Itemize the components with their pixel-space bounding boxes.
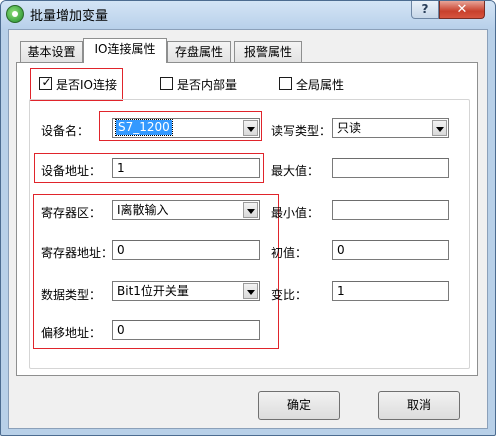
- close-icon: ✕: [456, 2, 468, 17]
- max-value-label: 最大值：: [271, 164, 320, 178]
- tab-storage[interactable]: 存盘属性: [167, 41, 231, 62]
- io-connect-checkbox[interactable]: ✓: [39, 75, 52, 90]
- min-value-input[interactable]: [332, 200, 449, 220]
- global-attr-checkbox[interactable]: [279, 77, 292, 90]
- device-name-value: S7_1200: [115, 119, 173, 136]
- internal-var-checkbox[interactable]: [160, 77, 173, 90]
- rw-type-combo[interactable]: 只读: [332, 118, 449, 138]
- internal-var-label: 是否内部量: [177, 78, 238, 92]
- offset-address-label: 偏移地址：: [41, 326, 102, 340]
- min-value-label: 最小值：: [271, 206, 320, 220]
- offset-address-input[interactable]: 0: [112, 320, 260, 340]
- device-address-label: 设备地址：: [41, 164, 102, 178]
- tab-basic-settings[interactable]: 基本设置: [20, 41, 83, 62]
- rw-type-value: 只读: [337, 121, 362, 135]
- register-address-label: 寄存器地址：: [41, 246, 114, 260]
- device-address-input[interactable]: 1: [112, 158, 260, 178]
- initial-value-label: 初值：: [271, 246, 308, 260]
- cancel-button[interactable]: 取消: [378, 391, 460, 420]
- data-type-value: Bit1位开关量: [117, 284, 189, 298]
- device-name-label: 设备名：: [41, 124, 90, 138]
- chevron-down-icon[interactable]: [432, 120, 447, 136]
- ok-button[interactable]: 确定: [258, 391, 340, 420]
- chevron-down-icon[interactable]: [243, 202, 258, 218]
- max-value-input[interactable]: [332, 158, 449, 178]
- device-name-combo[interactable]: S7_1200: [112, 118, 260, 138]
- register-area-value: I离散输入: [117, 203, 169, 217]
- ratio-label: 变比：: [271, 288, 308, 302]
- tab-alarm[interactable]: 报警属性: [234, 41, 302, 62]
- chevron-down-icon[interactable]: [243, 120, 258, 136]
- window-title: 批量增加变量: [30, 9, 109, 24]
- checkmark-icon: ✓: [41, 75, 52, 89]
- app-icon: [6, 5, 24, 23]
- register-area-label: 寄存器区：: [41, 206, 102, 220]
- tab-io-connection[interactable]: IO连接属性: [83, 38, 167, 63]
- global-attr-label: 全局属性: [296, 78, 345, 92]
- io-connect-label: 是否IO连接: [56, 78, 117, 92]
- help-button[interactable]: ?: [411, 1, 439, 19]
- register-address-input[interactable]: 0: [112, 240, 260, 260]
- data-type-label: 数据类型：: [41, 288, 102, 302]
- ratio-input[interactable]: 1: [332, 281, 449, 301]
- initial-value-input[interactable]: 0: [332, 240, 449, 260]
- close-button[interactable]: ✕: [439, 1, 485, 19]
- data-type-combo[interactable]: Bit1位开关量: [112, 281, 260, 301]
- rw-type-label: 读写类型：: [271, 124, 332, 138]
- chevron-down-icon[interactable]: [243, 283, 258, 299]
- register-area-combo[interactable]: I离散输入: [112, 200, 260, 220]
